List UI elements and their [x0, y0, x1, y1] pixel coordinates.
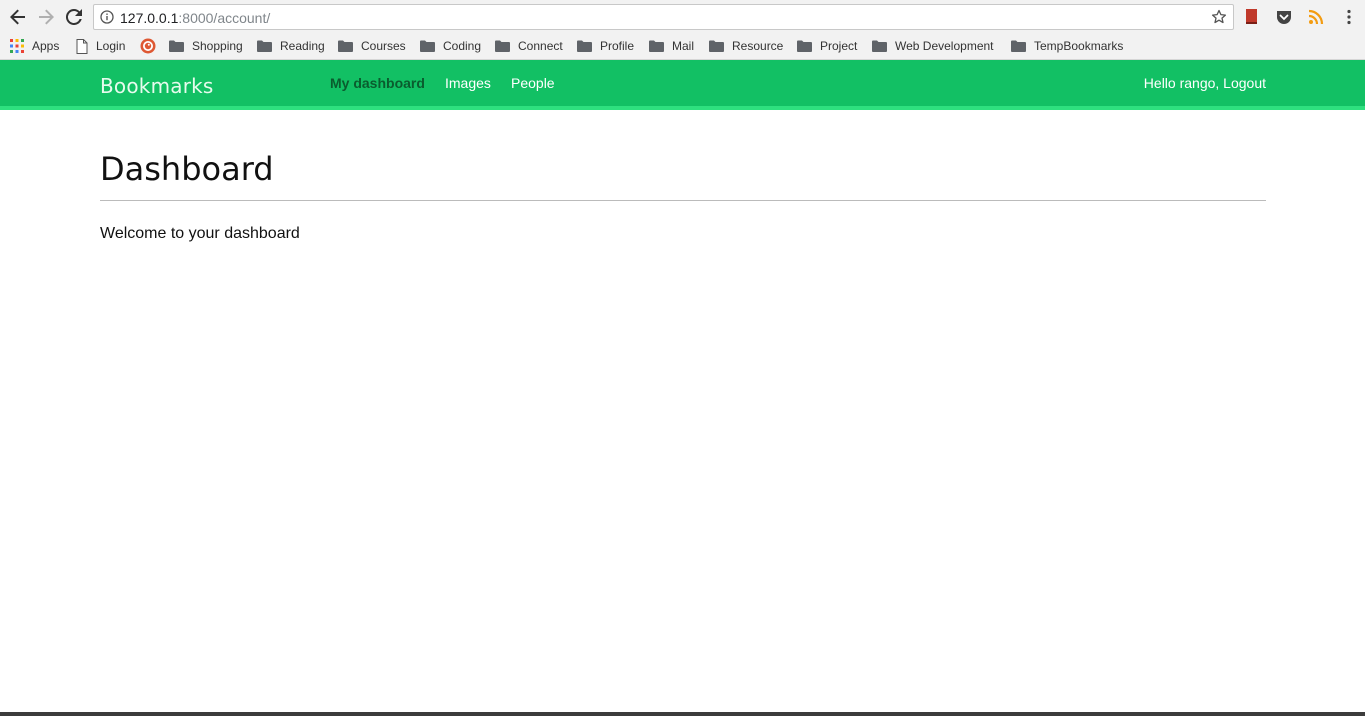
url-text[interactable]: 127.0.0.1:8000/account/ [120, 10, 270, 26]
folder-icon [420, 40, 435, 52]
bookmark-star-icon[interactable] [1211, 9, 1227, 25]
site-header: Bookmarks My dashboard Images People Hel… [0, 60, 1365, 110]
forward-button[interactable] [35, 6, 57, 28]
taskbar-edge [0, 712, 1365, 716]
arrow-left-icon [10, 9, 25, 25]
arrow-right-icon [39, 9, 54, 25]
bookmark-apps[interactable]: Apps [10, 37, 59, 55]
bookmark-login[interactable]: Login [76, 37, 125, 55]
book-extension-icon[interactable] [1243, 8, 1261, 26]
bookmark-label: Connect [518, 39, 563, 53]
page-title: Dashboard [100, 150, 274, 188]
bookmark-folder-mail[interactable]: Mail [649, 37, 694, 55]
folder-icon [495, 40, 510, 52]
apps-grid-icon [10, 39, 24, 53]
welcome-text: Welcome to your dashboard [100, 225, 300, 242]
user-greeting-logout[interactable]: Hello rango, Logout [1144, 75, 1266, 91]
bookmark-folder-web-development[interactable]: Web Development [872, 37, 994, 55]
folder-icon [577, 40, 592, 52]
back-button[interactable] [7, 6, 29, 28]
folder-icon [797, 40, 812, 52]
bookmark-label: Profile [600, 39, 635, 53]
rss-icon[interactable] [1307, 8, 1325, 26]
site-logo[interactable]: Bookmarks [100, 74, 214, 98]
nav-images[interactable]: Images [445, 75, 491, 91]
reload-button[interactable] [63, 6, 85, 28]
reload-icon [66, 9, 82, 25]
pocket-icon[interactable] [1275, 8, 1293, 26]
menu-kebab-icon[interactable] [1340, 8, 1358, 26]
folder-icon [257, 40, 272, 52]
bookmark-label: TempBookmarks [1034, 39, 1124, 53]
title-divider [100, 200, 1266, 201]
bookmark-label: Project [820, 39, 858, 53]
nav-my-dashboard[interactable]: My dashboard [330, 75, 425, 91]
bookmark-folder-coding[interactable]: Coding [420, 37, 481, 55]
bookmark-folder-reading[interactable]: Reading [257, 37, 325, 55]
folder-icon [338, 40, 353, 52]
bookmark-folder-profile[interactable]: Profile [577, 37, 634, 55]
folder-icon [1011, 40, 1026, 52]
bookmark-label: Shopping [192, 39, 243, 53]
url-path: :8000/account/ [178, 10, 271, 26]
address-bar[interactable]: 127.0.0.1:8000/account/ [93, 4, 1234, 30]
info-icon[interactable] [100, 10, 114, 24]
folder-icon [709, 40, 724, 52]
bookmark-folder-shopping[interactable]: Shopping [169, 37, 243, 55]
bookmark-label: Login [96, 39, 126, 53]
bookmark-label: Mail [672, 39, 695, 53]
bookmark-duckduckgo[interactable] [140, 37, 164, 55]
bookmark-folder-project[interactable]: Project [797, 37, 857, 55]
page-icon [76, 38, 88, 54]
bookmark-label: Reading [280, 39, 325, 53]
bookmark-label: Resource [732, 39, 784, 53]
folder-icon [169, 40, 184, 52]
folder-icon [872, 40, 887, 52]
duckduckgo-icon [140, 38, 156, 54]
bookmark-label: Apps [32, 39, 60, 53]
bookmarks-bar: Apps Login Shopping Reading Courses Codi… [0, 33, 1365, 60]
bookmark-label: Web Development [895, 39, 994, 53]
url-host: 127.0.0.1 [120, 10, 179, 26]
folder-icon [649, 40, 664, 52]
bookmark-folder-resource[interactable]: Resource [709, 37, 783, 55]
bookmark-folder-courses[interactable]: Courses [338, 37, 406, 55]
bookmark-folder-tempbookmarks[interactable]: TempBookmarks [1011, 37, 1123, 55]
bookmark-label: Coding [443, 39, 482, 53]
bookmark-folder-connect[interactable]: Connect [495, 37, 563, 55]
nav-people[interactable]: People [511, 75, 555, 91]
browser-toolbar: 127.0.0.1:8000/account/ [0, 0, 1365, 33]
bookmark-label: Courses [361, 39, 406, 53]
